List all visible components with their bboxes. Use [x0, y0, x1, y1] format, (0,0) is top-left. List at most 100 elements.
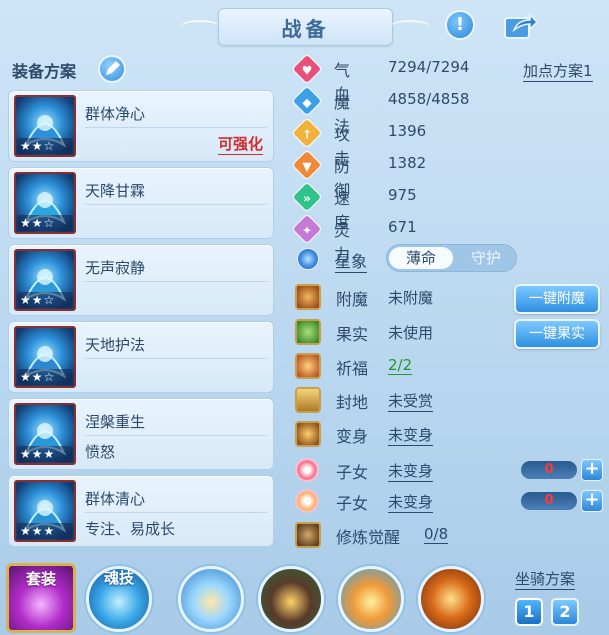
- edit-plan-button[interactable]: [98, 55, 126, 83]
- transform-value[interactable]: 未变身: [388, 424, 434, 446]
- stat-glyph: »: [303, 191, 311, 206]
- star-rating: ★★☆: [18, 215, 72, 231]
- upgradeable-tag[interactable]: 可强化: [217, 133, 263, 155]
- cultivation-icon: [295, 522, 321, 548]
- skill-slot-1[interactable]: [178, 566, 244, 632]
- child-icon: [295, 489, 319, 513]
- star-sign-toggle[interactable]: 薄命 守护: [386, 244, 517, 272]
- transform-icon: [295, 421, 321, 447]
- equip-icon: ★★☆: [14, 249, 76, 311]
- addpoint-plan-link[interactable]: 加点方案1: [523, 60, 593, 82]
- equip-name: 天地护法: [85, 336, 146, 354]
- star-rating: ★★★: [18, 523, 72, 539]
- equip-card[interactable]: ★★☆ 天降甘霖: [8, 167, 274, 239]
- blessing-value[interactable]: 2/2: [388, 356, 413, 375]
- equip-name: 群体清心: [85, 490, 146, 508]
- blessing-icon: [295, 353, 321, 379]
- star-rating: ★★☆: [18, 292, 72, 308]
- equip-icon: ★★★: [14, 403, 76, 465]
- stat-value: 4858/4858: [388, 90, 470, 108]
- stat-value: 1396: [388, 122, 427, 140]
- suit-button[interactable]: 套装: [6, 563, 76, 633]
- stat-glyph: ✦: [301, 223, 313, 238]
- stat-value: 671: [388, 218, 417, 236]
- child-label-2: 子女: [336, 494, 369, 513]
- equip-card[interactable]: ★★★ 群体清心专注、易成长: [8, 475, 274, 547]
- star-rating: ★★★: [18, 446, 72, 462]
- equip-icon: ★★☆: [14, 326, 76, 388]
- divider: [85, 358, 267, 359]
- equip-icon: ★★☆: [14, 95, 76, 157]
- stat-icon: ◆: [291, 85, 323, 117]
- star-sign-label[interactable]: 星象: [335, 248, 368, 273]
- star-rating: ★★☆: [18, 369, 72, 385]
- stat-value: 975: [388, 186, 417, 204]
- pencil-icon: [106, 61, 120, 75]
- fengdi-value[interactable]: 未受赏: [388, 390, 434, 412]
- star-sign-option-bomin[interactable]: 薄命: [389, 247, 453, 269]
- stat-glyph: ♥: [301, 63, 313, 78]
- skill-slot-3[interactable]: [338, 566, 404, 632]
- divider: [85, 127, 267, 128]
- skill-slot-2[interactable]: [258, 566, 324, 632]
- enchant-icon: [295, 284, 321, 310]
- plus-icon: +: [584, 489, 600, 510]
- equip-card[interactable]: ★★☆ 天地护法: [8, 321, 274, 393]
- star-rating: ★★☆: [18, 138, 72, 154]
- exclamation-icon: !: [455, 14, 465, 35]
- divider: [85, 204, 267, 205]
- mount-plan-1-button[interactable]: 1: [515, 598, 543, 626]
- equip-name: 天降甘霖: [85, 182, 146, 200]
- fruit-value: 未使用: [388, 324, 434, 342]
- one-click-fruit-button[interactable]: 一键果实: [514, 319, 600, 349]
- skill-slot-4[interactable]: [418, 566, 484, 632]
- mount-plan-label: 坐骑方案: [515, 570, 576, 590]
- equip-sub: 专注、易成长: [85, 520, 176, 538]
- stat-glyph: ▼: [302, 159, 312, 174]
- star-sign-icon: [297, 248, 319, 270]
- title-ornament-left: [180, 20, 220, 34]
- mount-plan-2-button[interactable]: 2: [551, 598, 579, 626]
- blessing-label: 祈福: [336, 359, 369, 378]
- fruit-icon: [295, 319, 321, 345]
- divider: [85, 512, 267, 513]
- enchant-label: 附魔: [336, 290, 369, 309]
- child-value-1[interactable]: 未变身: [388, 460, 434, 482]
- equip-name: 涅槃重生: [85, 413, 146, 431]
- equip-card[interactable]: ★★☆ 群体净心可强化: [8, 90, 274, 162]
- stat-icon: ▼: [291, 149, 323, 181]
- transform-label: 变身: [336, 427, 369, 446]
- equip-plan-label: 装备方案: [12, 62, 77, 81]
- equip-card[interactable]: ★★☆ 无声寂静: [8, 244, 274, 316]
- stat-glyph: ↑: [301, 127, 313, 142]
- header-bar: 战备 !: [0, 0, 609, 52]
- one-click-enchant-button[interactable]: 一键附魔: [514, 284, 600, 314]
- equip-name: 无声寂静: [85, 259, 146, 277]
- help-button[interactable]: !: [445, 10, 475, 40]
- equip-sub: 愤怒: [85, 443, 116, 461]
- divider: [85, 435, 267, 436]
- equip-icon: ★★★: [14, 480, 76, 542]
- child-label-1: 子女: [336, 463, 369, 482]
- cultivation-label: 修炼觉醒: [336, 528, 401, 547]
- share-button[interactable]: [502, 12, 539, 40]
- child-icon: [295, 458, 319, 482]
- child-value-2[interactable]: 未变身: [388, 491, 434, 513]
- child-add-button-2[interactable]: +: [581, 490, 603, 512]
- child-add-button-1[interactable]: +: [581, 459, 603, 481]
- divider: [85, 281, 267, 282]
- stat-value: 1382: [388, 154, 427, 172]
- fruit-label: 果实: [336, 325, 369, 344]
- star-sign-option-shouhu[interactable]: 守护: [457, 247, 515, 269]
- equip-icon: ★★☆: [14, 172, 76, 234]
- title-ornament-right: [390, 20, 430, 34]
- suit-label: 套装: [25, 570, 56, 588]
- soul-skill-label: 魂技: [103, 569, 134, 587]
- page-title: 战备: [281, 17, 330, 41]
- stat-icon: ♥: [291, 53, 323, 85]
- stat-icon: ✦: [291, 213, 323, 245]
- equip-card[interactable]: ★★★ 涅槃重生愤怒: [8, 398, 274, 470]
- stat-value: 7294/7294: [388, 58, 470, 76]
- equip-name: 群体净心: [85, 105, 146, 123]
- cultivation-value[interactable]: 0/8: [424, 525, 449, 544]
